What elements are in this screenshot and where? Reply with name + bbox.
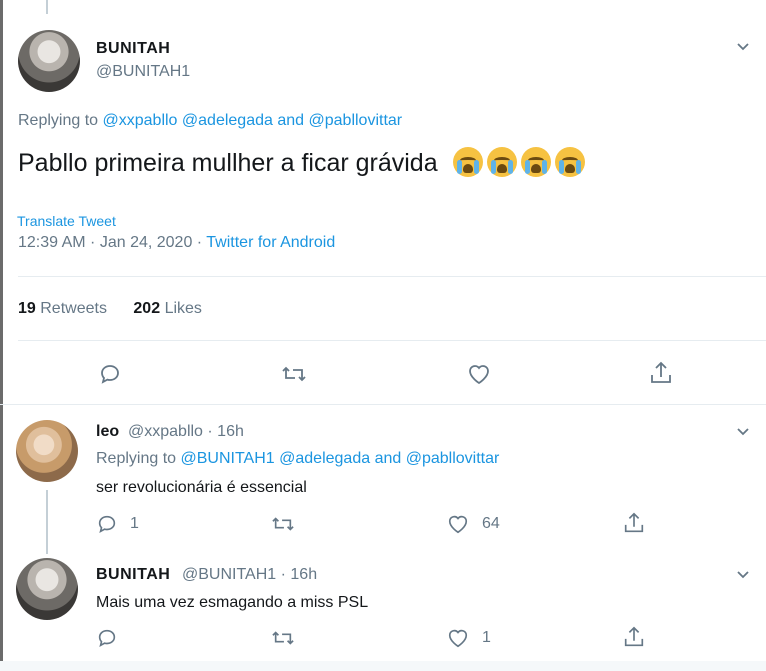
crying-emoji <box>486 147 517 177</box>
mention-link[interactable]: @pabllovittar <box>406 450 500 467</box>
replying-prefix: Replying to <box>96 450 177 467</box>
likes-stat[interactable]: 202 Likes <box>133 300 202 317</box>
crying-emoji <box>452 147 483 177</box>
and-text: and <box>277 112 305 129</box>
mention-link[interactable]: @adelegada <box>279 450 370 467</box>
replying-to: Replying to @BUNITAH1 @adelegada and @pa… <box>96 450 499 468</box>
chevron-down-icon[interactable] <box>736 425 750 439</box>
tweet-thread: BUNITAH @BUNITAH1 Replying to @xxpabllo … <box>0 0 766 671</box>
tweet-metadata: 12:39 AM · Jan 24, 2020 · Twitter for An… <box>18 234 335 252</box>
retweet-button[interactable] <box>280 362 308 386</box>
reply-icon <box>101 365 119 384</box>
share-icon <box>651 361 671 383</box>
tweet-stats: 19 Retweets 202 Likes <box>18 300 202 318</box>
chevron-down-icon[interactable] <box>736 568 750 582</box>
like-count: 64 <box>482 515 500 532</box>
mention-link[interactable]: @xxpabllo <box>103 112 178 129</box>
replying-to: Replying to @xxpabllo @adelegada and @pa… <box>18 112 402 130</box>
author-name[interactable]: BUNITAH <box>96 40 170 58</box>
author-handle[interactable]: @BUNITAH1 <box>96 63 190 81</box>
author-handle-time[interactable]: @BUNITAH1 · 16h <box>182 566 317 584</box>
reply-text: Mais uma vez esmagando a miss PSL <box>96 594 369 611</box>
retweet-icon <box>272 631 294 645</box>
mention-link[interactable]: @pabllovittar <box>309 112 403 129</box>
reply-button[interactable] <box>96 627 118 649</box>
mention-link[interactable]: @adelegada <box>182 112 273 129</box>
divider <box>0 404 766 405</box>
reply-icon <box>98 515 116 533</box>
reply-button[interactable]: 1 <box>96 513 139 535</box>
crying-emoji <box>554 147 585 177</box>
divider <box>0 661 766 671</box>
author-name[interactable]: BUNITAH <box>96 566 170 584</box>
share-icon <box>624 626 644 647</box>
reply-icon <box>98 629 116 647</box>
retweet-icon <box>272 517 294 531</box>
retweet-icon <box>282 366 306 382</box>
share-button[interactable] <box>622 625 646 649</box>
divider <box>18 340 766 341</box>
and-text: and <box>374 450 402 467</box>
tweet-text: Pabllo primeira mullher a ficar grávida <box>18 147 585 178</box>
thread-connector <box>46 0 48 14</box>
window-edge <box>0 0 3 671</box>
retweet-button[interactable] <box>270 513 296 535</box>
share-button[interactable] <box>648 360 674 386</box>
share-icon <box>624 512 644 533</box>
chevron-down-icon[interactable] <box>736 40 750 54</box>
divider <box>18 276 766 277</box>
timestamp[interactable]: 12:39 AM · Jan 24, 2020 · <box>18 234 202 251</box>
like-count: 1 <box>482 629 491 646</box>
crying-emoji <box>520 147 551 177</box>
avatar[interactable] <box>16 420 78 482</box>
mention-link[interactable]: @BUNITAH1 <box>181 450 275 467</box>
avatar[interactable] <box>16 558 78 620</box>
reply-button[interactable] <box>98 362 122 386</box>
author-name[interactable]: leo <box>96 423 119 441</box>
retweet-button[interactable] <box>270 627 296 649</box>
share-button[interactable] <box>622 511 646 535</box>
like-icon <box>448 629 468 648</box>
like-icon <box>469 365 489 385</box>
like-button[interactable]: 1 <box>446 627 491 649</box>
avatar[interactable] <box>18 30 80 92</box>
like-button[interactable] <box>466 362 492 386</box>
thread-connector <box>46 490 48 554</box>
like-icon <box>448 515 468 534</box>
reply-text: ser revolucionária é essencial <box>96 479 307 496</box>
retweets-stat[interactable]: 19 Retweets <box>18 300 107 317</box>
translate-tweet-link[interactable]: Translate Tweet <box>17 213 116 229</box>
like-button[interactable]: 64 <box>446 513 500 535</box>
reply-count: 1 <box>130 515 139 532</box>
replying-prefix: Replying to <box>18 112 99 129</box>
source-link[interactable]: Twitter for Android <box>206 234 335 251</box>
author-handle-time[interactable]: @xxpabllo · 16h <box>128 423 244 441</box>
tweet-body: Pabllo primeira mullher a ficar grávida <box>18 149 438 177</box>
